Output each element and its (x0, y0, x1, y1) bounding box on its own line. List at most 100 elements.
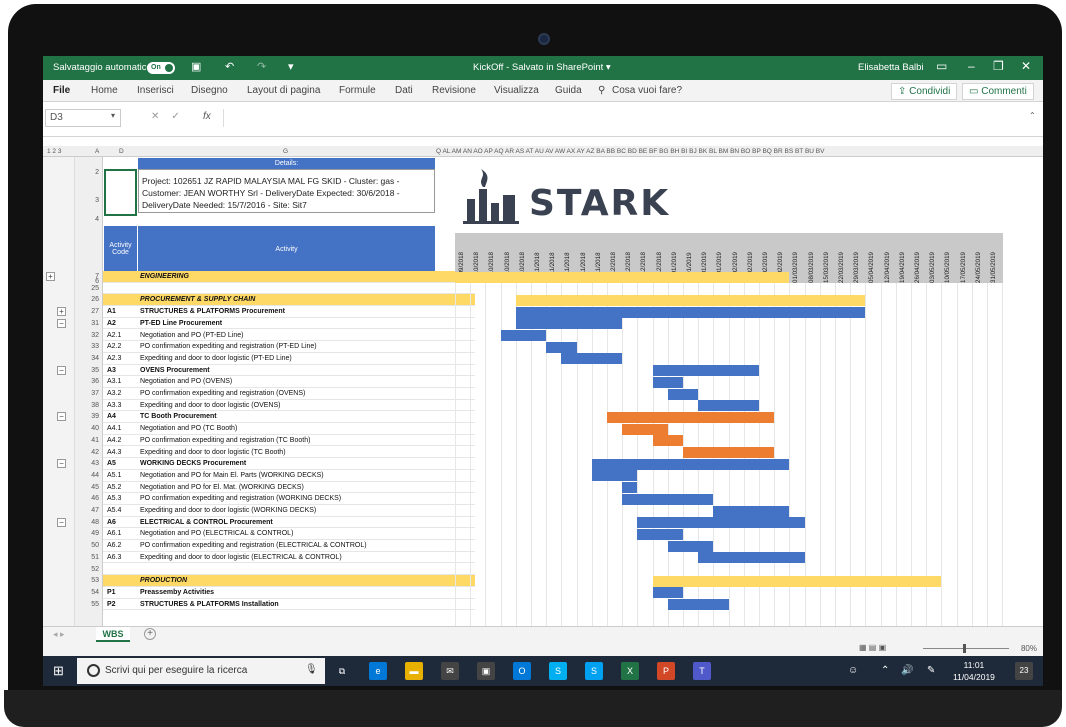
activity-row[interactable]: A6.1 Negotiation and PO (ELECTRICAL & CON… (103, 528, 475, 541)
tab-page-layout[interactable]: Layout di pagina (247, 85, 320, 96)
tray-chevron-icon[interactable]: ⌃ (881, 665, 889, 676)
row-number[interactable]: 2 (75, 169, 99, 176)
zoom-slider[interactable] (923, 644, 1009, 653)
outline-expand-button[interactable]: + (46, 272, 55, 281)
tab-home[interactable]: Home (91, 85, 118, 96)
row-number[interactable]: 40 (75, 425, 99, 432)
row-number[interactable]: 52 (75, 566, 99, 573)
people-icon[interactable]: ☺ (848, 665, 858, 676)
outline-collapse-button[interactable]: − (57, 412, 66, 422)
comments-button[interactable]: ▭ Commenti (962, 83, 1034, 100)
row-number[interactable]: 32 (75, 332, 99, 339)
outline-levels[interactable]: 1 2 3 (47, 148, 61, 155)
row-number[interactable]: 34 (75, 355, 99, 362)
row-number[interactable]: 36 (75, 378, 99, 385)
mail-icon[interactable]: ✉ (441, 662, 459, 680)
tab-scroll-icons[interactable]: ◂ ▸ (53, 629, 65, 640)
add-sheet-button[interactable]: + (144, 628, 156, 640)
activity-row[interactable]: A1 STRUCTURES & PLATFORMS Procurement (103, 306, 475, 318)
section-row[interactable]: ENGINEERING (103, 271, 475, 283)
row-number[interactable]: 26 (75, 296, 99, 303)
skype-icon[interactable]: S (549, 662, 567, 680)
redo-icon[interactable]: ↷ (257, 60, 266, 73)
row-number[interactable]: 42 (75, 449, 99, 456)
undo-icon[interactable]: ↶ (225, 60, 234, 73)
row-number[interactable]: 54 (75, 589, 99, 596)
row-number[interactable]: 47 (75, 507, 99, 514)
outlook-icon[interactable]: O (513, 662, 531, 680)
activity-row[interactable]: A2 PT-ED Line Procurement (103, 318, 475, 330)
col-a[interactable]: A (95, 148, 99, 155)
minimize-icon[interactable]: – (968, 59, 975, 73)
activity-row[interactable]: A4.3 Expediting and door to door logistic… (103, 447, 475, 459)
row-number[interactable]: 45 (75, 484, 99, 491)
section-row[interactable]: PROCUREMENT & SUPPLY CHAIN (103, 294, 475, 307)
powerpoint-icon[interactable]: P (657, 662, 675, 680)
activity-row[interactable] (103, 283, 475, 295)
row-number[interactable]: 49 (75, 530, 99, 537)
outline-collapse-button[interactable]: − (57, 517, 66, 527)
expand-formula-icon[interactable]: ⌃ (1029, 111, 1036, 120)
task-view-icon[interactable]: ⧉ (333, 662, 351, 680)
row-number[interactable]: 50 (75, 542, 99, 549)
tab-draw[interactable]: Disegno (191, 85, 228, 96)
excel-taskbar-icon[interactable]: X (621, 662, 639, 680)
activity-row[interactable]: A6.3 Expediting and door to door logistic… (103, 552, 475, 564)
activity-row[interactable]: P1 Preassemby Activities (103, 587, 475, 599)
restore-icon[interactable]: ❐ (993, 59, 1004, 73)
row-number[interactable]: 51 (75, 554, 99, 561)
activity-row[interactable]: A6.2 PO confirmation expediting and regis… (103, 540, 475, 552)
share-button[interactable]: ⇪ Condividi (891, 83, 958, 100)
edge-icon[interactable]: e (369, 662, 387, 680)
tab-formulas[interactable]: Formule (339, 85, 376, 96)
teams-icon[interactable]: T (693, 662, 711, 680)
activity-row[interactable]: P2 STRUCTURES & PLATFORMS Installation (103, 599, 475, 611)
view-mode-icons[interactable]: ▦ ▤ ▣ (859, 643, 886, 652)
row-number[interactable]: 37 (75, 390, 99, 397)
row-number[interactable]: 38 (75, 402, 99, 409)
zoom-level[interactable]: 80% (1021, 644, 1037, 653)
activity-row[interactable]: A2.2 PO confirmation expediting and regis… (103, 341, 475, 353)
row-number[interactable]: 4 (75, 216, 99, 223)
col-d[interactable]: D (119, 148, 124, 155)
user-name[interactable]: Elisabetta Balbi (858, 62, 923, 73)
outline-collapse-button[interactable]: + (57, 307, 66, 317)
row-number[interactable]: 48 (75, 519, 99, 526)
tell-me-search[interactable]: Cosa vuoi fare? (612, 85, 682, 96)
tab-help[interactable]: Guida (555, 85, 582, 96)
tab-file[interactable]: File (53, 85, 70, 96)
fx-icon[interactable]: fx (203, 111, 211, 122)
skype-business-icon[interactable]: S (585, 662, 603, 680)
row-number[interactable]: 31 (75, 320, 99, 327)
activity-row[interactable]: A3 OVENS Procurement (103, 365, 475, 377)
row-number[interactable]: 44 (75, 472, 99, 479)
row-number[interactable]: 55 (75, 601, 99, 608)
name-box[interactable]: D3 (45, 109, 121, 127)
worksheet[interactable]: 1 2 3 A D G Q AL AM AN AO AP AQ AR AS AT… (43, 146, 1043, 626)
activity-row[interactable]: A4.2 PO confirmation expediting and regis… (103, 435, 475, 447)
activity-row[interactable]: A2.1 Negotiation and PO (PT-ED Line) (103, 330, 475, 342)
close-icon[interactable]: ✕ (1021, 59, 1031, 73)
row-number[interactable]: 7 (75, 273, 99, 280)
tab-insert[interactable]: Inserisci (137, 85, 174, 96)
activity-row[interactable]: A2.3 Expediting and door to door logistic… (103, 353, 475, 365)
row-number[interactable]: 3 (75, 197, 99, 204)
activity-row[interactable] (103, 564, 475, 576)
clock[interactable]: 11:01 11/04/2019 (953, 659, 995, 683)
tab-review[interactable]: Revisione (432, 85, 476, 96)
row-number[interactable]: 39 (75, 413, 99, 420)
row-number[interactable]: 41 (75, 437, 99, 444)
windows-start-icon[interactable]: ⊞ (53, 663, 64, 679)
activity-row[interactable]: A4 TC Booth Procurement (103, 411, 475, 424)
zoom-slider-thumb[interactable] (963, 644, 966, 653)
activity-row[interactable]: A3.1 Negotiation and PO (OVENS) (103, 376, 475, 388)
namebox-dropdown-icon[interactable]: ▾ (111, 111, 115, 120)
row-number[interactable]: 35 (75, 367, 99, 374)
document-title[interactable]: KickOff - Salvato in SharePoint ▾ (473, 62, 611, 73)
gantt-columns[interactable]: Q AL AM AN AO AP AQ AR AS AT AU AV AW AX… (436, 148, 824, 155)
activity-row[interactable]: A5 WORKING DECKS Procurement (103, 458, 475, 470)
row-number[interactable]: 25 (75, 285, 99, 292)
activity-row[interactable]: A5.4 Expediting and door to door logistic… (103, 505, 475, 517)
store-icon[interactable]: ▣ (477, 662, 495, 680)
activity-row[interactable]: A4.1 Negotiation and PO (TC Booth) (103, 423, 475, 435)
